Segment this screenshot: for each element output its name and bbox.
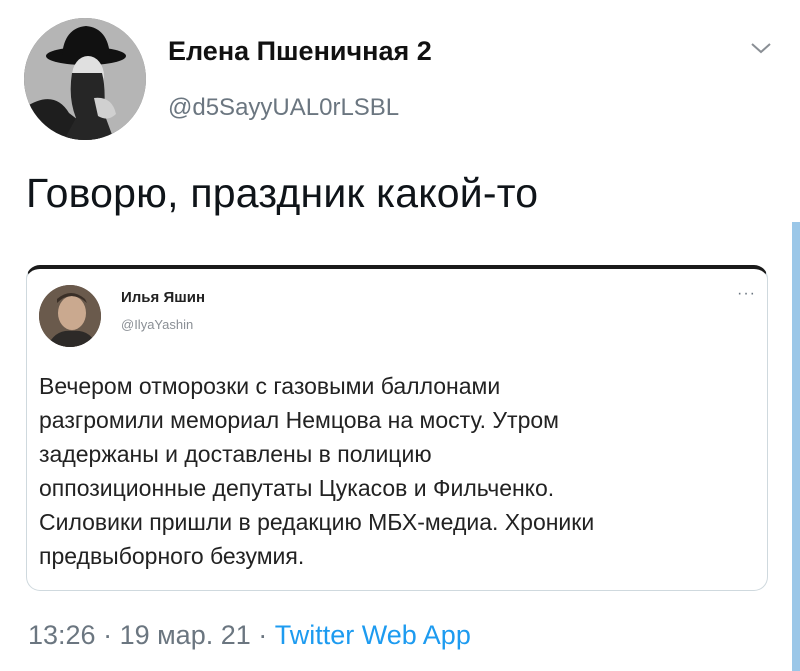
quoted-text-line: Силовики пришли в редакцию МБХ-медиа. Хр… bbox=[39, 509, 595, 535]
quoted-text-line: разгромили мемориал Немцова на мосту. Ут… bbox=[39, 407, 559, 433]
quoted-avatar-image bbox=[39, 285, 101, 347]
meta-separator: · bbox=[95, 620, 120, 650]
author-name[interactable]: Елена Пшеничная 2 bbox=[168, 36, 432, 67]
meta-separator: · bbox=[250, 620, 275, 650]
author-avatar[interactable] bbox=[24, 18, 146, 140]
scrollbar[interactable] bbox=[792, 222, 800, 671]
tweet-date[interactable]: 19 мар. 21 bbox=[120, 620, 251, 650]
avatar-image bbox=[24, 18, 146, 140]
author-handle[interactable]: @d5SayyUAL0rLSBL bbox=[168, 94, 399, 122]
quoted-text-line: оппозиционные депутаты Цукасов и Фильчен… bbox=[39, 475, 555, 501]
quoted-author-name[interactable]: Илья Яшин bbox=[121, 289, 205, 306]
quoted-text-line: Вечером отморозки с газовыми баллонами bbox=[39, 373, 501, 399]
more-icon[interactable]: ··· bbox=[737, 285, 756, 303]
quoted-text-line: задержаны и доставлены в полицию bbox=[39, 441, 432, 467]
quoted-text: Вечером отморозки с газовыми баллонами р… bbox=[39, 369, 764, 573]
quoted-avatar[interactable] bbox=[39, 285, 101, 347]
source-app-link[interactable]: Twitter Web App bbox=[275, 620, 471, 650]
tweet-meta: 13:26 · 19 мар. 21 · Twitter Web App bbox=[28, 620, 471, 651]
quoted-text-line: предвыборного безумия. bbox=[39, 543, 305, 569]
tweet-time[interactable]: 13:26 bbox=[28, 620, 96, 650]
tweet-text: Говорю, праздник какой-то bbox=[26, 170, 539, 216]
chevron-down-icon[interactable] bbox=[748, 38, 774, 58]
quoted-tweet[interactable]: Илья Яшин @IlyaYashin ··· Вечером отморо… bbox=[26, 265, 768, 591]
quoted-author-handle[interactable]: @IlyaYashin bbox=[121, 317, 193, 332]
